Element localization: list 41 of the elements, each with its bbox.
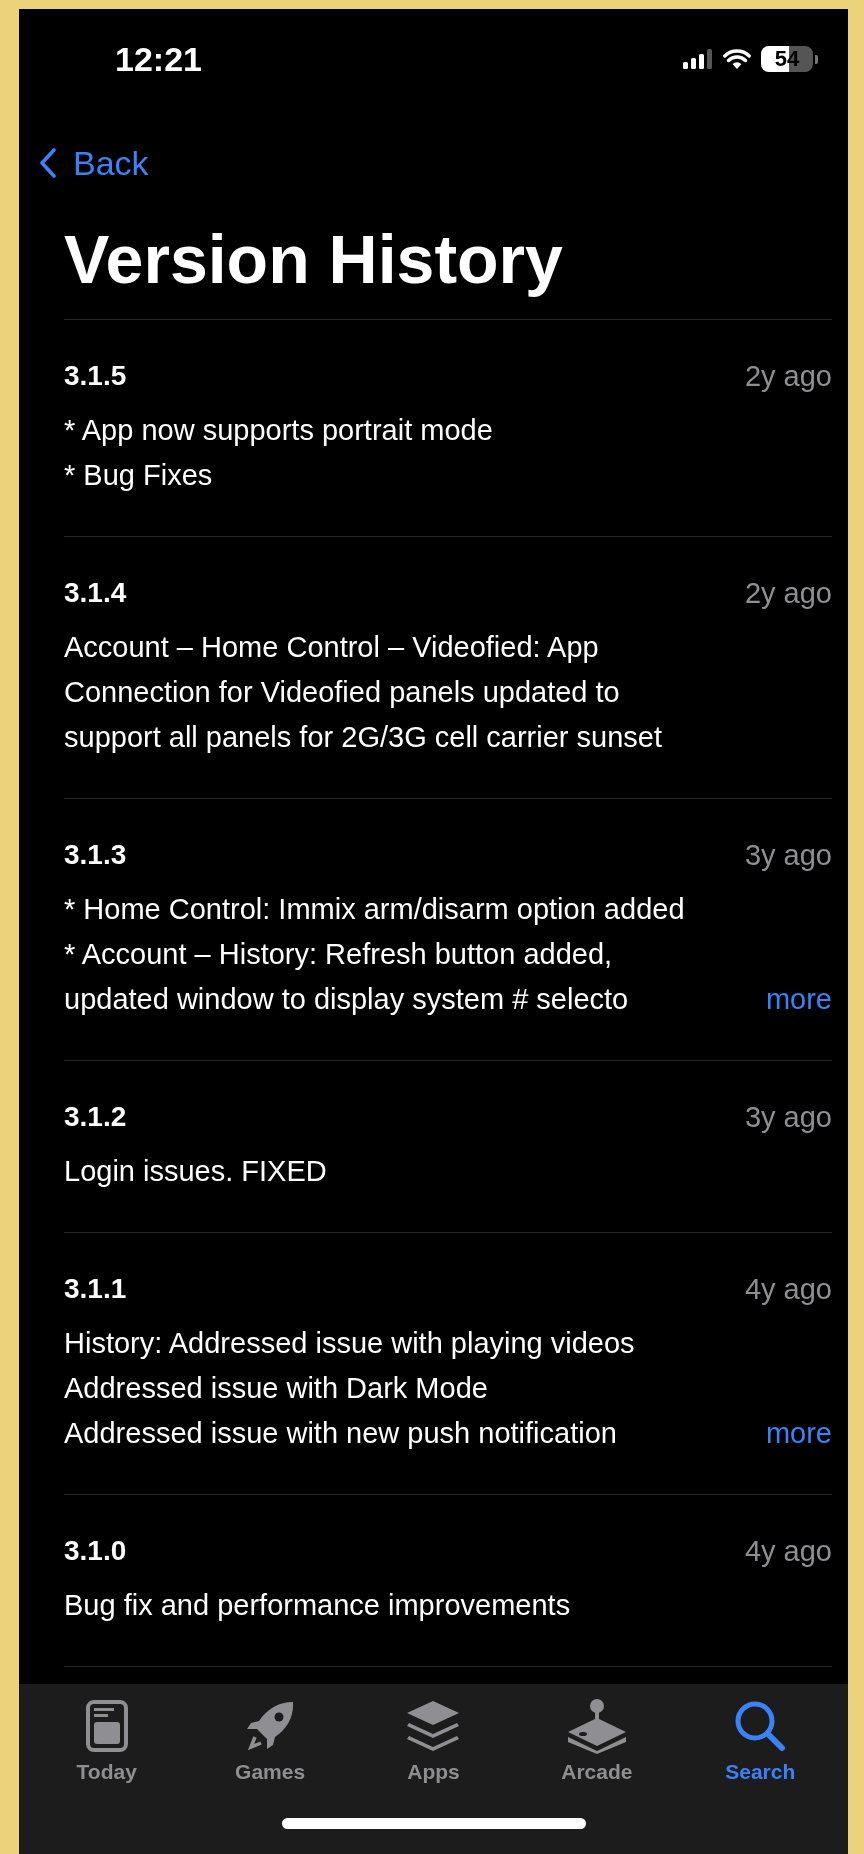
release-note: * App now supports portrait mode <box>64 413 494 448</box>
release-note: * Bug Fixes <box>64 458 214 493</box>
chevron-left-icon <box>39 148 57 178</box>
release-note: History: Addressed issue with playing videos <box>64 1326 636 1361</box>
release-note: * Home Control: Immix arm/disarm option added <box>64 892 686 927</box>
release-age: 3y ago <box>744 838 832 872</box>
release-age: 3y ago <box>744 1100 832 1134</box>
tab-button[interactable]: Games <box>195 1698 346 1784</box>
version-number: 3.1.1 <box>64 1273 127 1305</box>
tab-button[interactable]: Arcade <box>521 1698 672 1784</box>
version-number: 3.1.5 <box>64 360 127 392</box>
release-note: Addressed issue with Dark Mode <box>64 1371 489 1406</box>
version-number: 3.1.4 <box>64 577 127 609</box>
release-age: 4y ago <box>744 1272 832 1306</box>
joystick-icon <box>565 1698 628 1754</box>
release-note: Connection for Videofied panels updated to <box>64 675 621 710</box>
back-button[interactable]: Back <box>39 133 149 193</box>
release-note: support all panels for 2G/3G cell carrier sunset <box>64 720 663 755</box>
status-time: 12:21 <box>115 39 202 79</box>
release-note: Login issues. FIXED <box>64 1154 328 1189</box>
release-age: 2y ago <box>744 576 832 610</box>
release-note: updated window to display system # selecto <box>64 982 629 1017</box>
stacked-layers-icon <box>405 1698 462 1754</box>
tab-button[interactable]: Apps <box>358 1698 509 1784</box>
version-number: 3.1.2 <box>64 1101 127 1133</box>
release-note: Account – Home Control – Videofied: App <box>64 630 600 665</box>
version-number: 3.1.0 <box>64 1535 127 1567</box>
release-note: * Account – History: Refresh button added, <box>64 937 614 972</box>
tab-button[interactable]: Today <box>31 1698 182 1784</box>
release-note: Bug fix and performance improvements <box>64 1588 572 1623</box>
wifi-icon <box>723 49 751 69</box>
version-number: 3.1.3 <box>64 839 127 871</box>
release-age: 2y ago <box>744 359 832 393</box>
newspaper-icon <box>84 1698 129 1754</box>
more-link[interactable]: more <box>765 977 832 1022</box>
release-note: Addressed issue with new push notification <box>64 1416 617 1451</box>
tab-button[interactable]: Search <box>685 1698 836 1784</box>
page-title: Version History <box>64 220 564 299</box>
signal-icon <box>683 49 713 69</box>
more-link[interactable]: more <box>765 1411 832 1456</box>
release-age: 4y ago <box>744 1534 832 1568</box>
